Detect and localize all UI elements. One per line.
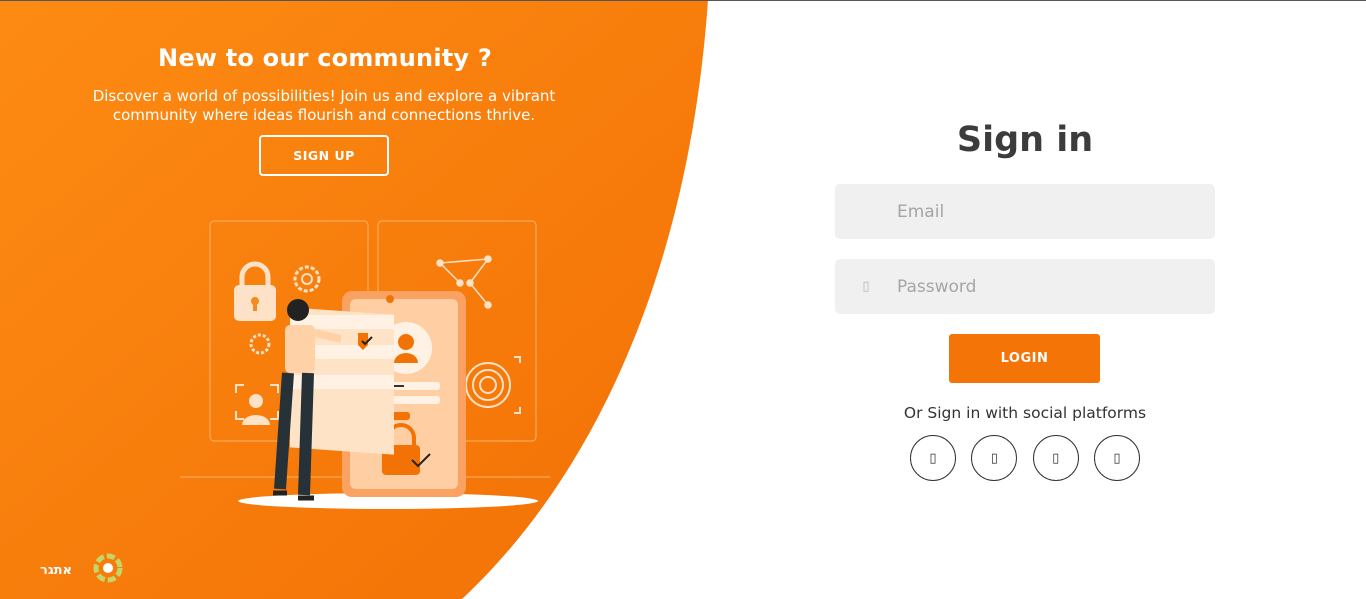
- sign-up-button[interactable]: SIGN UP: [259, 135, 389, 176]
- brand-logo: אתגר: [40, 553, 123, 583]
- top-border: [0, 0, 1366, 1]
- social-buttons: ▯ ▯ ▯ ▯: [910, 435, 1140, 481]
- password-field: ▯: [835, 259, 1215, 314]
- password-input[interactable]: [897, 259, 1197, 314]
- signup-promo-panel: New to our community ? Discover a world …: [0, 0, 650, 599]
- sign-in-panel: Sign in ▯ LOGIN Or Sign in with social p…: [780, 0, 1270, 599]
- sign-in-title: Sign in: [956, 120, 1094, 160]
- security-login-illustration: [180, 220, 550, 509]
- email-icon: [835, 184, 897, 239]
- social-sign-in-text: Or Sign in with social platforms: [903, 404, 1147, 422]
- twitter-icon[interactable]: ▯: [971, 435, 1018, 481]
- email-field: [835, 184, 1215, 239]
- login-button[interactable]: LOGIN: [949, 334, 1100, 383]
- logo-text: אתגר: [40, 563, 72, 578]
- linkedin-icon[interactable]: ▯: [1093, 435, 1140, 481]
- facebook-icon[interactable]: ▯: [910, 435, 956, 481]
- email-input[interactable]: [897, 184, 1197, 239]
- sign-in-page: New to our community ? Discover a world …: [0, 0, 1366, 599]
- promo-description: Discover a world of possibilities! Join …: [92, 87, 556, 124]
- lock-icon: ▯: [862, 279, 870, 294]
- google-icon[interactable]: ▯: [1032, 435, 1079, 481]
- promo-title: New to our community ?: [158, 44, 492, 72]
